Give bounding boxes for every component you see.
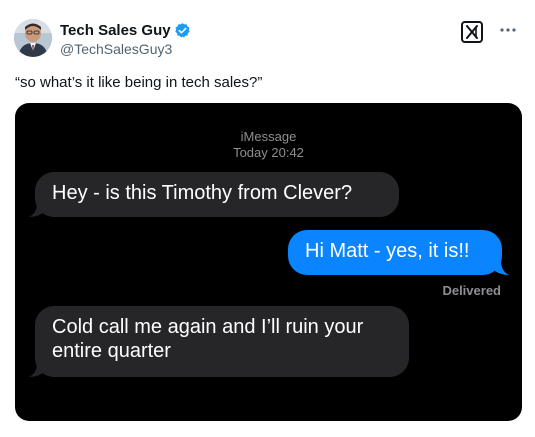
delivery-status: Delivered [442,283,501,298]
conversation-timestamp: Today 20:42 [233,145,304,160]
bubble-tail-incoming [29,203,43,217]
handle[interactable]: @TechSalesGuy3 [60,41,191,57]
display-name[interactable]: Tech Sales Guy [60,22,171,39]
tweet-text: “so what’s it like being in tech sales?” [15,74,263,91]
more-options-icon[interactable] [499,24,517,34]
bubble-tail-outgoing [495,261,509,275]
incoming-message-bubble: Hey - is this Timothy from Clever? [35,172,399,217]
message-text: Cold call me again and I’ll ruin your en… [52,316,364,362]
grok-icon[interactable] [461,21,483,43]
conversation-service-label: iMessage [240,129,297,144]
bubble-tail-incoming [29,363,43,377]
post-header: Tech Sales Guy @TechSalesGuy3 [14,18,521,60]
avatar[interactable] [14,19,52,57]
outgoing-message-bubble: Hi Matt - yes, it is!! [288,230,502,275]
message-text: Hey - is this Timothy from Clever? [52,182,353,204]
author-info: Tech Sales Guy @TechSalesGuy3 [60,21,191,57]
message-text: Hi Matt - yes, it is!! [305,240,470,262]
incoming-message-bubble: Cold call me again and I’ll ruin your en… [35,306,409,377]
name-row: Tech Sales Guy [60,21,191,39]
verified-badge-icon [174,22,191,39]
avatar-photo [14,19,52,57]
imessage-screenshot[interactable]: iMessage Today 20:42 Hey - is this Timot… [15,103,522,421]
